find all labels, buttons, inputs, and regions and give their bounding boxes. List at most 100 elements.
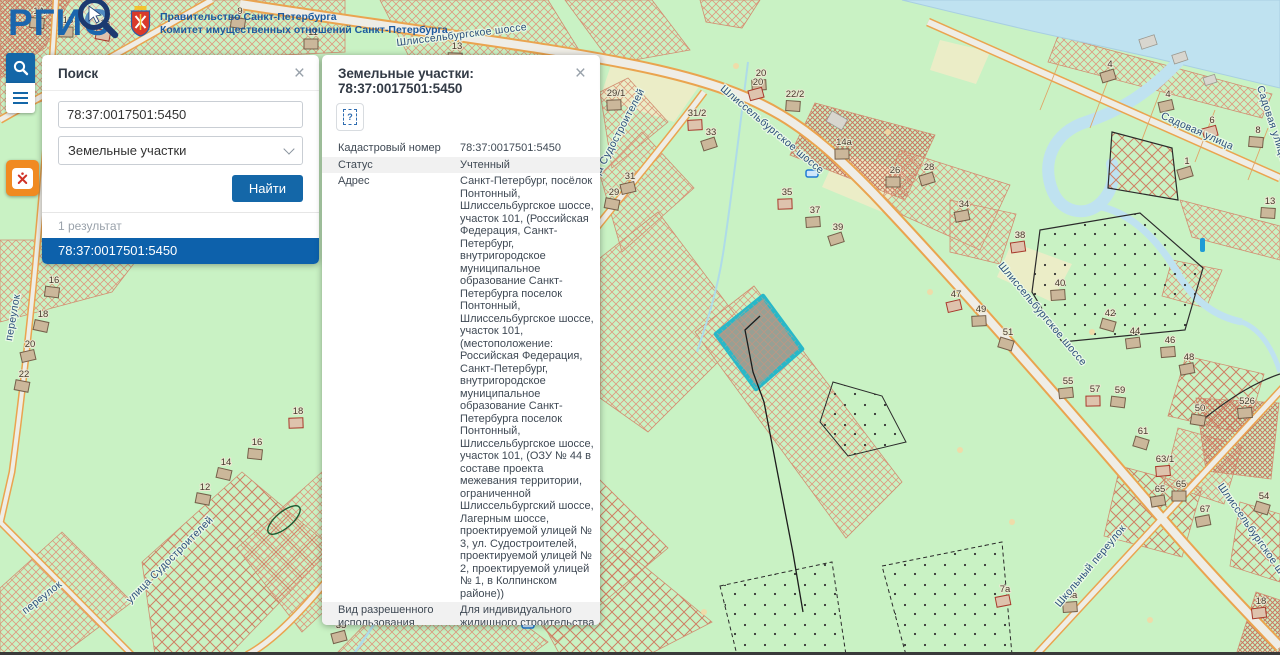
- results-count: 1 результат: [42, 213, 319, 238]
- search-panel-close-button[interactable]: ×: [292, 66, 307, 82]
- search-panel: Поиск × Земельные участки Найти 1 резуль…: [42, 55, 319, 264]
- house-number-label: 16: [49, 275, 60, 286]
- identify-parcel-button[interactable]: ?: [336, 103, 364, 131]
- search-input[interactable]: [58, 101, 303, 128]
- house-number-label: 63/1: [1156, 454, 1175, 465]
- kio-emblem-icon: [12, 168, 33, 189]
- attribute-row: Вид разрешенного использованияДля индиви…: [322, 602, 600, 625]
- house-number-label: 20: [25, 339, 36, 350]
- house-number-label: 14: [221, 457, 232, 468]
- building: [1261, 208, 1276, 219]
- house-number-label: 67: [1200, 504, 1211, 515]
- building: [1161, 346, 1176, 357]
- building: [1190, 414, 1205, 426]
- building: [778, 199, 792, 209]
- house-number-label: 50: [1195, 403, 1206, 414]
- search-icon: [13, 60, 29, 76]
- building: [607, 100, 621, 110]
- house-number-label: 49: [976, 304, 987, 315]
- rgis-app: 1А181в9111329/131/2333129202022/214а2628…: [0, 0, 1280, 655]
- house-number-label: 4: [1107, 59, 1112, 70]
- attribute-value: Санкт-Петербург, посёлок Понтонный, Шлис…: [452, 175, 598, 600]
- house-number-label: 1: [1184, 156, 1189, 167]
- building: [1195, 515, 1211, 527]
- house-number-label: 51: [1003, 327, 1014, 338]
- building: [1010, 241, 1025, 253]
- building: [954, 210, 970, 222]
- house-number-label: 42: [1105, 308, 1116, 319]
- building: [1086, 396, 1100, 406]
- house-number-label: 526: [1239, 396, 1255, 407]
- house-number-label: 31: [625, 171, 636, 182]
- building: [195, 493, 211, 505]
- house-number-label: 16: [252, 437, 263, 448]
- house-number-label: 18: [293, 406, 304, 417]
- parcel-question-icon: ?: [343, 109, 357, 125]
- building: [604, 198, 620, 210]
- house-number-label: 20: [753, 77, 764, 88]
- building: [806, 217, 821, 228]
- house-number-label: 40: [1055, 278, 1066, 289]
- building: [786, 101, 801, 112]
- building: [1110, 396, 1125, 408]
- attribute-value: Учтенный: [452, 159, 598, 172]
- house-number-label: 6: [1209, 115, 1214, 126]
- house-number-label: 31/2: [688, 108, 707, 119]
- parcel-details-panel: Земельные участки: 78:37:0017501:5450 × …: [322, 55, 600, 625]
- house-number-label: 48: [1184, 352, 1195, 363]
- house-number-label: 22: [19, 369, 30, 380]
- house-number-label: 7а: [1000, 584, 1011, 595]
- government-block: Правительство Санкт-Петербурга Комитет и…: [128, 5, 448, 39]
- details-panel-close-button[interactable]: ×: [573, 66, 588, 82]
- house-number-label: 57: [1090, 384, 1101, 395]
- org-line2: Комитет имущественных отношений Санкт-Пе…: [160, 24, 448, 37]
- search-panel-title: Поиск: [58, 66, 98, 81]
- attribute-value: Для индивидуального жилищного строительс…: [452, 604, 598, 625]
- building: [289, 418, 303, 428]
- house-number-label: 29: [609, 187, 620, 198]
- attribute-label: Кадастровый номер: [322, 142, 452, 155]
- search-results-list: 78:37:0017501:5450: [42, 238, 319, 264]
- building: [995, 595, 1011, 607]
- building: [44, 286, 59, 298]
- attribute-row: СтатусУчтенный: [322, 157, 600, 174]
- find-button[interactable]: Найти: [232, 175, 303, 202]
- building: [1249, 136, 1264, 147]
- house-number-label: 44: [1130, 326, 1141, 337]
- building: [1150, 495, 1166, 507]
- attribute-label: Адрес: [322, 175, 452, 600]
- building: [1156, 465, 1171, 476]
- rgis-logo[interactable]: РГИС: [8, 2, 111, 44]
- house-number-label: 13: [452, 41, 463, 52]
- spb-coat-of-arms-icon: [128, 5, 153, 39]
- house-number-label: 34: [959, 199, 970, 210]
- building: [886, 177, 900, 187]
- search-category-value: Земельные участки: [68, 143, 186, 158]
- house-number-label: 39: [833, 222, 844, 233]
- building: [248, 448, 263, 459]
- attribute-row: Кадастровый номер78:37:0017501:5450: [322, 140, 600, 157]
- details-table: Кадастровый номер78:37:0017501:5450Стату…: [322, 140, 600, 625]
- building: [1251, 607, 1266, 619]
- building: [688, 120, 703, 131]
- details-panel-title: Земельные участки: 78:37:0017501:5450: [338, 66, 573, 96]
- house-number-label: 61: [1138, 426, 1149, 437]
- house-number-label: 55: [1063, 376, 1074, 387]
- house-number-label: 4: [1165, 89, 1170, 100]
- building: [1125, 337, 1140, 349]
- search-result-item[interactable]: 78:37:0017501:5450: [42, 238, 319, 264]
- building: [33, 320, 49, 333]
- house-number-label: 14а: [836, 137, 853, 148]
- map-toolbar: [6, 53, 38, 196]
- attribute-value: 78:37:0017501:5450: [452, 142, 598, 155]
- house-number-label: 8: [1255, 125, 1260, 136]
- building: [1051, 290, 1066, 301]
- menu-button[interactable]: [6, 83, 35, 113]
- kio-button[interactable]: [6, 160, 39, 196]
- hamburger-icon: [13, 97, 28, 99]
- house-number-label: 29/1: [607, 88, 626, 99]
- org-line1: Правительство Санкт-Петербурга: [160, 11, 448, 24]
- search-tool-button[interactable]: [6, 53, 35, 83]
- search-category-select[interactable]: Земельные участки: [58, 136, 303, 165]
- house-number-label: 65: [1155, 484, 1166, 495]
